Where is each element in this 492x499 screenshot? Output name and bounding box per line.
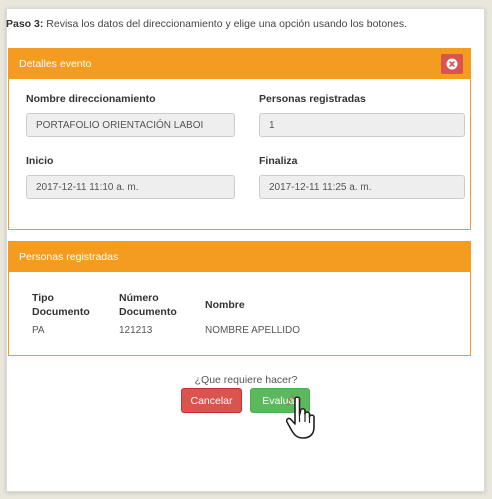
finaliza-label: Finaliza <box>259 155 298 167</box>
close-circle-icon <box>446 58 458 70</box>
column-header-tipo-line1: Tipo <box>32 292 54 304</box>
column-header-numero-line1: Número <box>119 292 159 304</box>
column-header-tipo: Tipo Documento <box>32 291 90 319</box>
persons-header: Personas registradas <box>9 242 470 272</box>
step-text: Revisa los datos del direccionamiento y … <box>46 18 408 30</box>
cell-nombre: NOMBRE APELLIDO <box>205 325 301 336</box>
column-header-tipo-line2: Documento <box>32 306 90 318</box>
cell-numero: 121213 <box>119 325 153 336</box>
nombre-direccionamiento-field[interactable]: PORTAFOLIO ORIENTACIÓN LABOI <box>26 113 235 137</box>
action-question: ¿Que requiere hacer? <box>194 374 298 386</box>
cell-tipo: PA <box>32 325 45 336</box>
event-details-header: Detalles evento <box>9 49 470 79</box>
personas-registradas-label: Personas registradas <box>259 93 366 105</box>
column-header-numero-line2: Documento <box>119 306 177 318</box>
event-details-panel: Detalles evento Nombre direccionamiento … <box>8 48 471 230</box>
finaliza-field[interactable]: 2017-12-11 11:25 a. m. <box>259 175 465 199</box>
column-header-numero: Número Documento <box>119 291 177 319</box>
inicio-field[interactable]: 2017-12-11 11:10 a. m. <box>26 175 235 199</box>
personas-registradas-field[interactable]: 1 <box>259 113 465 137</box>
step-prefix: Paso 3: <box>6 18 44 30</box>
persons-panel: Personas registradas Tipo Documento Núme… <box>8 241 471 356</box>
cancel-button[interactable]: Cancelar <box>181 388 242 413</box>
step-instruction: Paso 3: Revisa los datos del direccionam… <box>6 18 407 30</box>
persons-title: Personas registradas <box>19 251 119 263</box>
nombre-direccionamiento-label: Nombre direccionamiento <box>26 93 156 105</box>
inicio-label: Inicio <box>26 155 54 167</box>
hand-pointer-icon <box>285 395 315 439</box>
column-header-nombre: Nombre <box>205 299 245 311</box>
close-button[interactable] <box>441 54 463 74</box>
event-details-title: Detalles evento <box>19 58 92 70</box>
